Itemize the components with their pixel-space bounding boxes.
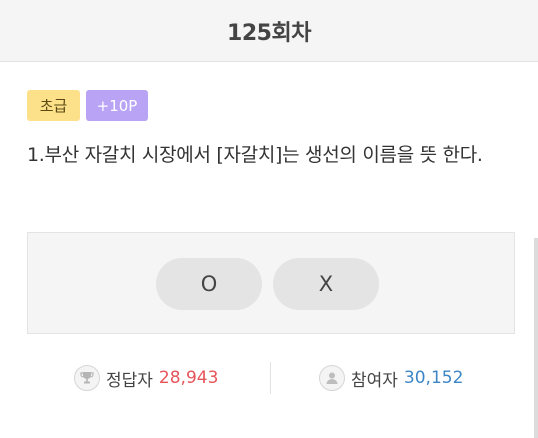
trophy-icon [74, 365, 100, 391]
scroll-edge [534, 238, 538, 438]
answer-o-button[interactable]: O [156, 258, 262, 310]
user-icon [319, 365, 345, 391]
badge-row: 초급 +10P [27, 90, 148, 121]
stats-bar: 정답자 28,943 참여자 30,152 [0, 358, 538, 398]
correct-label: 정답자 [106, 370, 153, 391]
answer-x-button[interactable]: X [273, 258, 379, 310]
level-badge: 초급 [27, 90, 80, 121]
correct-stat: 정답자 28,943 [74, 358, 218, 398]
participants-count: 30,152 [403, 368, 464, 388]
correct-count: 28,943 [158, 368, 219, 388]
participants-label: 참여자 [351, 370, 398, 391]
question-text: 1.부산 자갈치 시장에서 [자갈치]는 생선의 이름을 뜻 한다. [27, 144, 483, 166]
answer-panel: O X [27, 232, 515, 334]
participants-stat: 참여자 30,152 [319, 358, 463, 398]
header-bar: 125회차 [0, 0, 538, 62]
point-badge: +10P [86, 90, 148, 121]
round-title: 125회차 [227, 20, 311, 46]
stats-divider [270, 362, 271, 394]
